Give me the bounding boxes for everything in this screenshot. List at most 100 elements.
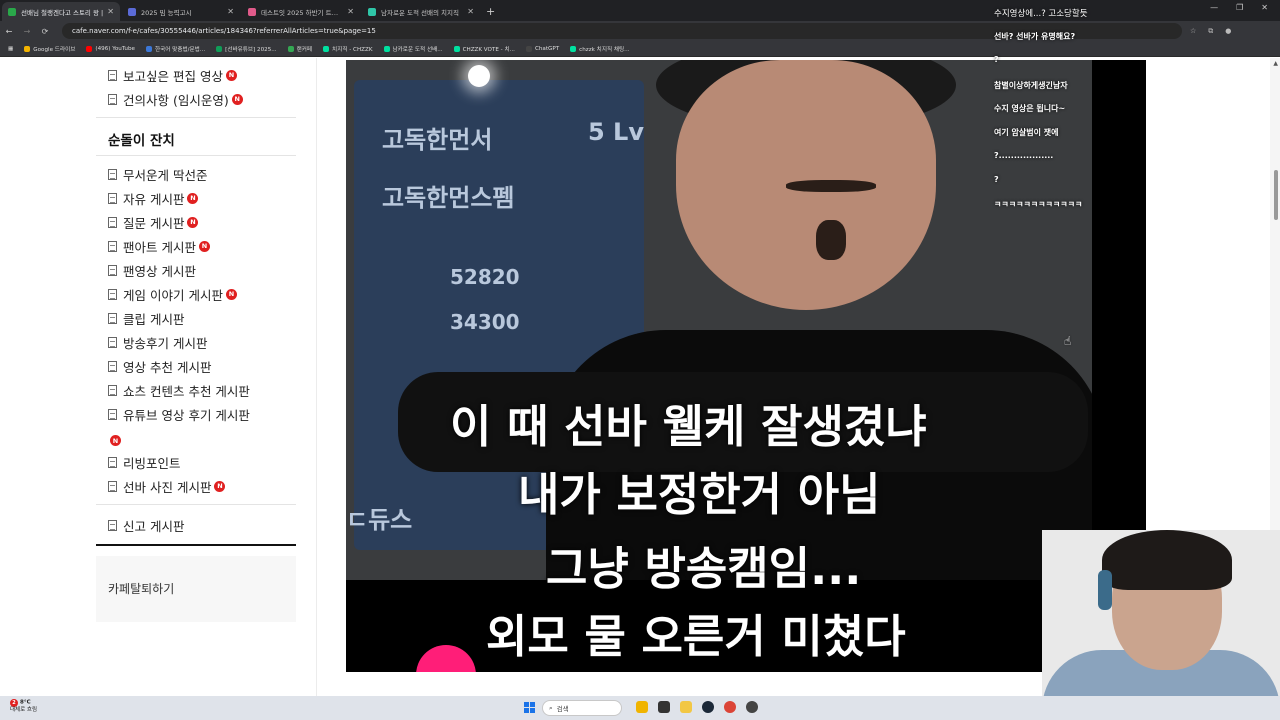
menu-item[interactable]: 클립 게시판 [108, 308, 184, 328]
studio-light [468, 65, 490, 87]
person-goatee [816, 220, 846, 260]
new-badge: N [198, 240, 210, 252]
tab-title: 남자로운 도적 선배의 치지직 [381, 8, 459, 17]
menu-item-label: 방송후기 게시판 [123, 335, 208, 351]
tab-close-icon[interactable]: ✕ [467, 7, 474, 16]
subtitle-line: 내가 보정한거 아님 [518, 468, 881, 521]
bookmark-favicon-icon [145, 45, 152, 52]
menu-item[interactable]: 쇼츠 컨텐츠 추천 게시판 [108, 380, 250, 400]
tab-close-icon[interactable]: ✕ [107, 7, 114, 16]
taskbar-search-input[interactable]: ⌕ 검색 [542, 700, 622, 716]
document-icon [108, 312, 117, 324]
chat-message: 선바? 선바가 유명해요? [994, 32, 1076, 41]
bookmark-label: ChatGPT [534, 45, 560, 52]
document-icon [108, 264, 117, 276]
apps-icon[interactable]: ▦ [8, 46, 13, 52]
document-icon [108, 69, 117, 81]
leave-cafe-link[interactable]: 카페탈퇴하기 [108, 580, 174, 597]
weather-temp: 8°C [20, 699, 31, 706]
steam-icon[interactable] [702, 701, 714, 713]
close-window-icon[interactable]: ✕ [1261, 3, 1268, 12]
leave-cafe-box: 카페탈퇴하기 [96, 556, 296, 622]
bookmark-label: 랜커페 [296, 46, 313, 53]
weather-desc: 대체로 흐림 [10, 707, 38, 713]
bookmark-item[interactable]: Google 드라이브 [24, 45, 75, 53]
bookmark-favicon-icon [86, 45, 93, 52]
menu-item-label: 쇼츠 컨텐츠 추천 게시판 [123, 383, 250, 399]
reload-icon[interactable]: ⟳ [36, 27, 54, 36]
tab-title: 2025 밈 능력고시 [141, 8, 192, 17]
chat-message: ? [994, 55, 999, 64]
bookmark-label: chzzk 치지직 채팅... [579, 46, 630, 53]
document-icon [108, 360, 117, 372]
extensions-icon[interactable]: ⧉ [1208, 27, 1213, 36]
menu-item[interactable]: 유튜브 영상 후기 게시판 [108, 404, 250, 424]
divider [96, 155, 296, 156]
menu-item-suggestions[interactable]: 건의사항 (임시운영) N [108, 89, 243, 109]
menu-item-label: 유튜브 영상 후기 게시판 [123, 407, 250, 423]
bookmark-item[interactable]: chzzk 치지직 채팅... [570, 45, 630, 53]
bookmark-label: [선바유튜브] 2025... [225, 46, 277, 53]
toolbar-icons: ☆ ⧉ ● [1190, 27, 1231, 36]
bookmark-item[interactable]: ChatGPT [525, 45, 560, 52]
profile-icon[interactable]: ● [1225, 27, 1231, 36]
bookmark-item[interactable]: CHZZK VOTE - 치... [453, 45, 515, 53]
taskbar-app-icon[interactable] [658, 701, 670, 713]
bookmark-item[interactable]: (496) YouTube [86, 45, 135, 52]
new-tab-button[interactable]: + [486, 2, 495, 21]
taskbar-app-icon[interactable] [636, 701, 648, 713]
browser-tab[interactable]: 남자로운 도적 선배의 치지직 ✕ [362, 2, 480, 21]
subtitle-line: 그냥 방송캠임... [546, 542, 862, 595]
star-icon[interactable]: ☆ [1190, 27, 1196, 36]
menu-item[interactable]: 팬영상 게시판 [108, 260, 196, 280]
search-placeholder: 검색 [556, 705, 569, 713]
back-icon[interactable]: ← [0, 27, 18, 36]
browser-tab[interactable]: 2025 밈 능력고시 ✕ [122, 2, 240, 21]
scroll-up-icon[interactable]: ▲ [1273, 60, 1278, 67]
chrome-icon[interactable] [724, 701, 736, 713]
browser-tab[interactable]: 선배님 철랭겐다고 스토리 왕 | ✕ [2, 2, 120, 21]
bookmark-favicon-icon [525, 45, 532, 52]
tab-close-icon[interactable]: ✕ [347, 7, 354, 16]
new-badge: N [187, 192, 199, 204]
menu-item-edit-request[interactable]: 보고싶은 편집 영상 N [108, 65, 237, 85]
bookmark-item[interactable]: 랜커페 [287, 45, 313, 53]
restore-icon[interactable]: ❐ [1236, 3, 1243, 12]
windows-start-icon[interactable] [524, 702, 535, 713]
taskbar-app-icon[interactable] [746, 701, 758, 713]
folder-icon[interactable] [680, 701, 692, 713]
bookmark-item[interactable]: [선바유튜브] 2025... [216, 45, 277, 53]
menu-item-report-board[interactable]: 신고 게시판 [108, 515, 184, 535]
menu-item[interactable]: 게임 이야기 게시판 N [108, 284, 237, 304]
scroll-thumb[interactable] [1274, 170, 1278, 220]
bookmark-item[interactable]: 치지직 - CHZZK [323, 45, 373, 53]
panel-text: 34300 [450, 310, 520, 334]
menu-item[interactable]: 팬아트 게시판 N [108, 236, 210, 256]
divider [96, 504, 296, 505]
menu-item[interactable]: 방송후기 게시판 [108, 332, 207, 352]
bookmark-item[interactable]: 한국어 맞춤법/문법... [145, 45, 205, 53]
panel-text: 고독한먼서 [382, 126, 493, 154]
bookmark-item[interactable]: 남카로운 도적 선배... [383, 45, 443, 53]
minimize-icon[interactable]: — [1210, 3, 1218, 12]
menu-item[interactable]: 무서운게 딱선준 [108, 164, 207, 184]
bookmark-favicon-icon [24, 45, 31, 52]
tab-favicon-icon [248, 7, 256, 16]
tab-close-icon[interactable]: ✕ [227, 7, 234, 16]
menu-item-label: 건의사항 (임시운영) [123, 92, 229, 108]
menu-item-label: 질문 게시판 [123, 215, 185, 231]
document-icon [108, 240, 117, 252]
menu-item[interactable]: 자유 게시판 N [108, 188, 199, 208]
streamer-facecam [1042, 530, 1280, 720]
forward-icon[interactable]: → [18, 27, 36, 36]
weather-widget[interactable]: 2 8°C 대체로 흐림 [10, 699, 37, 714]
document-icon [108, 168, 117, 180]
menu-item[interactable]: 영상 추천 게시판 [108, 356, 211, 376]
menu-item[interactable]: 리빙포인트 [108, 452, 181, 472]
new-badge: N [110, 435, 121, 446]
browser-tab[interactable]: 데스트잇 2025 하반기 트렌드 ✕ [242, 2, 360, 21]
menu-item[interactable]: 질문 게시판 N [108, 212, 199, 232]
content-divider [316, 58, 317, 696]
menu-item[interactable]: 선바 사진 게시판 N [108, 476, 226, 496]
divider [96, 117, 296, 118]
